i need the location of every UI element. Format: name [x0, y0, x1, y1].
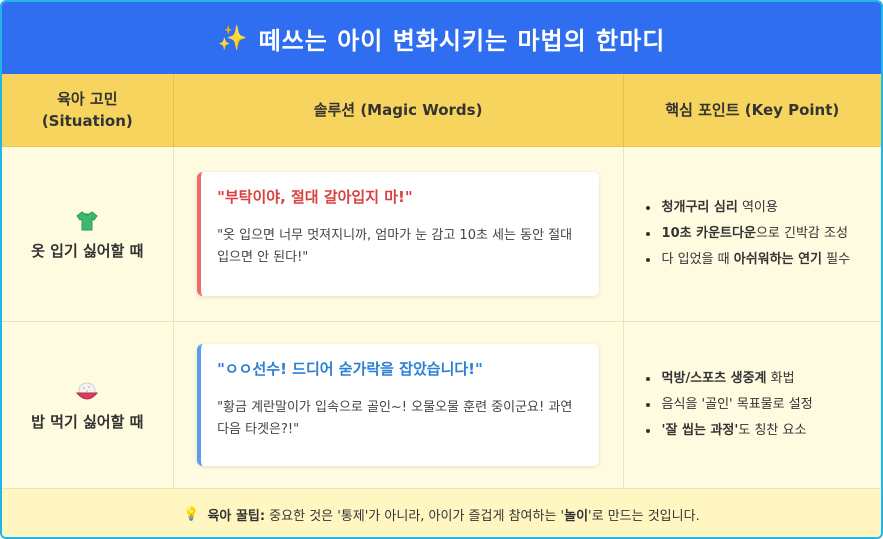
- sparkles-icon: ✨: [217, 24, 249, 52]
- magic-description: "옷 입으면 너무 멋져지니까, 엄마가 눈 감고 10초 세는 동안 절대 입…: [217, 228, 573, 265]
- situation-label: 밥 먹기 싫어할 때: [31, 412, 144, 431]
- tshirt-icon: [76, 210, 98, 230]
- magic-word-card: "ㅇㅇ선수! 드디어 숟가락을 잡았습니다!" "황금 계란말이가 입속으로 골…: [197, 344, 600, 466]
- list-item: '잘 씹는 과정'도 칭찬 요소: [660, 418, 813, 444]
- situation-cell: 옷 입기 싫어할 때: [2, 147, 174, 321]
- keypoint-list: 먹방/스포츠 생중계 화법 음식을 '골인' 목표물로 설정 '잘 씹는 과정'…: [646, 366, 813, 444]
- magic-phrase: "부탁이야, 절대 갈아입지 마!": [217, 188, 413, 206]
- magic-description: "황금 계란말이가 입속으로 골인~! 오물오물 훈련 중이군요! 과연 다음 …: [217, 400, 573, 437]
- column-header-keypoint: 핵심 포인트 (Key Point): [665, 101, 840, 119]
- footer-text: 육아 꿀팁: 중요한 것은 '통제'가 아니라, 아이가 즐겁게 참여하는 '놀…: [207, 508, 700, 524]
- column-header-situation-line1: 육아 고민: [57, 90, 118, 108]
- keypoint-list: 청개구리 심리 역이용 10초 카운트다운으로 긴박감 조성 다 입었을 때 아…: [646, 195, 851, 273]
- column-header-row: 육아 고민 (Situation) 솔루션 (Magic Words) 핵심 포…: [2, 74, 881, 147]
- infographic-frame: ✨ 떼쓰는 아이 변화시키는 마법의 한마디 육아 고민 (Situation)…: [0, 0, 883, 539]
- column-header-situation-line2: (Situation): [41, 112, 133, 130]
- table-row: 옷 입기 싫어할 때 "부탁이야, 절대 갈아입지 마!" "옷 입으면 너무 …: [2, 147, 881, 322]
- list-item: 10초 카운트다운으로 긴박감 조성: [660, 221, 851, 247]
- magic-phrase: "ㅇㅇ선수! 드디어 숟가락을 잡았습니다!": [217, 360, 483, 378]
- table-row: 밥 먹기 싫어할 때 "ㅇㅇ선수! 드디어 숟가락을 잡았습니다!" "황금 계…: [2, 322, 881, 489]
- column-header-situation: 육아 고민 (Situation): [2, 74, 174, 146]
- list-item: 청개구리 심리 역이용: [660, 195, 851, 221]
- keypoint-cell: 먹방/스포츠 생중계 화법 음식을 '골인' 목표물로 설정 '잘 씹는 과정'…: [624, 322, 881, 488]
- list-item: 음식을 '골인' 목표물로 설정: [660, 392, 813, 418]
- keypoint-cell: 청개구리 심리 역이용 10초 카운트다운으로 긴박감 조성 다 입었을 때 아…: [624, 147, 881, 321]
- situation-cell: 밥 먹기 싫어할 때: [2, 322, 174, 488]
- solution-cell: "부탁이야, 절대 갈아입지 마!" "옷 입으면 너무 멋져지니까, 엄마가 …: [174, 147, 624, 321]
- lightbulb-icon: 💡: [183, 506, 200, 522]
- list-item: 먹방/스포츠 생중계 화법: [660, 366, 813, 392]
- situation-label: 옷 입기 싫어할 때: [31, 241, 144, 260]
- solution-cell: "ㅇㅇ선수! 드디어 숟가락을 잡았습니다!" "황금 계란말이가 입속으로 골…: [174, 322, 624, 488]
- page-header: ✨ 떼쓰는 아이 변화시키는 마법의 한마디: [2, 2, 881, 74]
- page-title: 떼쓰는 아이 변화시키는 마법의 한마디: [258, 26, 666, 55]
- list-item: 다 입었을 때 아쉬워하는 연기 필수: [660, 247, 851, 273]
- rice-bowl-icon: [76, 382, 99, 399]
- column-header-solution: 솔루션 (Magic Words): [174, 74, 624, 146]
- footer-tip: 💡 육아 꿀팁: 중요한 것은 '통제'가 아니라, 아이가 즐겁게 참여하는 …: [2, 489, 881, 537]
- magic-word-card: "부탁이야, 절대 갈아입지 마!" "옷 입으면 너무 멋져지니까, 엄마가 …: [197, 172, 600, 296]
